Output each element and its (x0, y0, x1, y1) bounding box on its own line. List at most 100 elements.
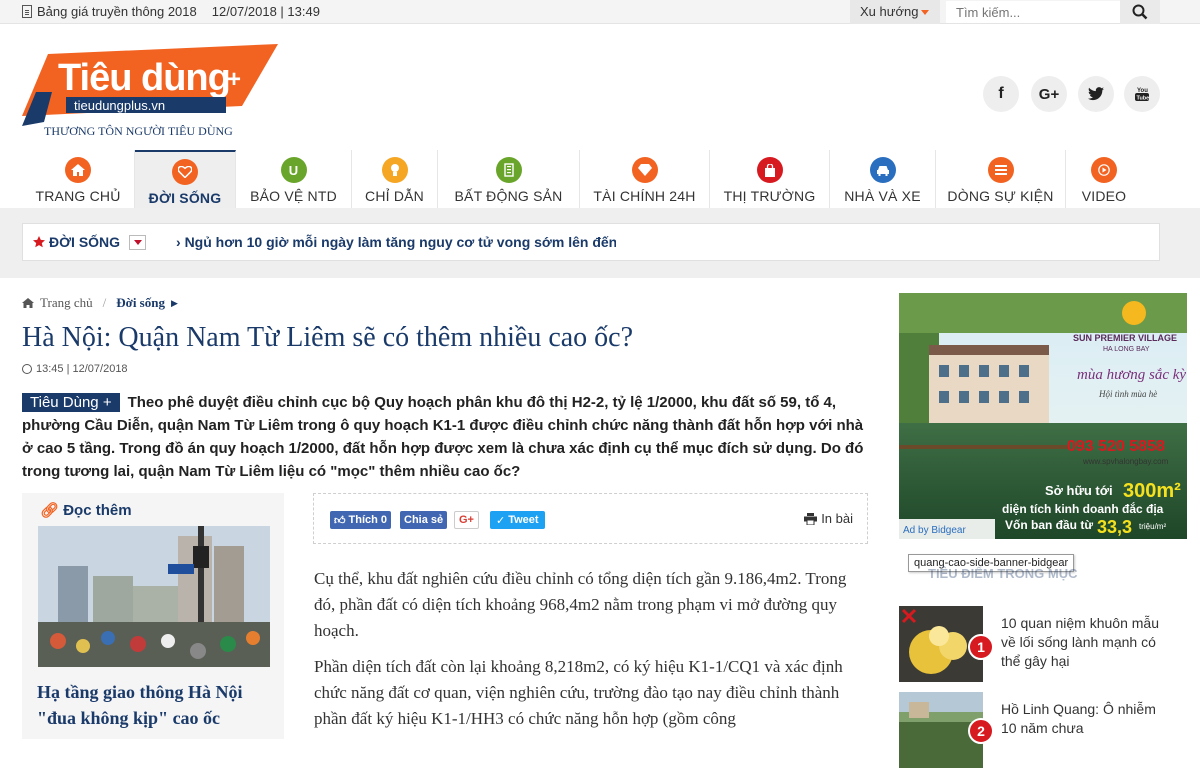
share-label: Chia sẻ (404, 514, 444, 526)
facebook-share-button[interactable]: Chia sẻ (400, 511, 448, 529)
rank-badge: 1 (968, 634, 994, 660)
youtube-icon: You Tube (1135, 88, 1149, 102)
nav-item-guide[interactable]: CHỈ DẪN (352, 150, 438, 208)
site-logo[interactable]: Tiêu dùng + tieudungplus.vn THƯƠNG TÔN N… (22, 42, 282, 140)
nav-item-finance[interactable]: TÀI CHÍNH 24H (580, 150, 710, 208)
side-ad-banner[interactable]: SUN PREMIER VILLAGE HA LONG BAY mùa hươn… (899, 293, 1200, 539)
read-more-thumbnail[interactable] (38, 526, 270, 667)
bulb-icon (381, 157, 408, 183)
read-more-heading-text: Đọc thêm (63, 502, 132, 519)
nav-item-video[interactable]: VIDEO (1066, 150, 1142, 208)
caret-down-icon (133, 240, 142, 245)
tweet-button[interactable]: ✓ Tweet (490, 511, 545, 529)
ad-price: 33,3 (1097, 517, 1132, 537)
twitter-bird-icon: ✓ (496, 514, 506, 527)
nav-item-home[interactable]: TRANG CHỦ (22, 150, 135, 208)
article-time-text: 13:45 | 12/07/2018 (36, 363, 128, 375)
logo-plus: + (227, 66, 241, 93)
like-label: Thích 0 (348, 514, 388, 526)
nav-item-event-stream[interactable]: DÒNG SỰ KIỆN (936, 150, 1066, 208)
ad-phone: 093 520 5858 (1067, 438, 1165, 455)
document-icon (22, 5, 32, 18)
nav-item-market[interactable]: THỊ TRƯỜNG (710, 150, 830, 208)
car-icon (869, 157, 896, 183)
nav-label: BẤT ĐỘNG SẢN (454, 188, 563, 204)
main-nav: TRANG CHỦ ĐỜI SỐNG U BẢO VỆ NTD CHỈ DẪN … (22, 150, 1142, 208)
print-button[interactable]: In bài (804, 511, 853, 526)
price-list-link[interactable]: Bảng giá truyền thông 2018 (37, 4, 197, 19)
nav-item-life[interactable]: ĐỜI SỐNG (135, 150, 236, 208)
link-icon: 🔗︎ (40, 502, 60, 519)
ad-tagline: mùa hương sắc kỳ quan (1077, 367, 1187, 383)
nav-label: VIDEO (1081, 188, 1127, 204)
chevron-right-icon: › (176, 234, 185, 250)
ad-web: www.spvhalongbay.com (1082, 457, 1169, 466)
side-item-title: 10 quan niệm khuôn mẫu về lối sống lành … (1001, 615, 1159, 669)
side-list-item[interactable]: 2 Hồ Linh Quang: Ô nhiễm 10 năm chưa (899, 692, 1160, 768)
search-icon (1132, 4, 1148, 20)
gplus-label: G+ (459, 514, 474, 526)
ad-line3: Vốn ban đầu từ (1005, 518, 1093, 532)
clock-icon (22, 364, 32, 374)
youtube-button[interactable]: You Tube (1124, 76, 1160, 112)
top-bar: Bảng giá truyền thông 2018 12/07/2018 | … (0, 0, 1200, 24)
print-label: In bài (821, 511, 853, 526)
article-paragraph: Cụ thể, khu đất nghiên cứu điều chỉnh có… (314, 569, 847, 640)
facebook-icon: f (998, 85, 1004, 102)
logo-url: tieudungplus.vn (74, 98, 165, 113)
breadcrumb-separator: / (102, 295, 107, 310)
google-plus-share-button[interactable]: G+ (454, 511, 479, 529)
list-icon (987, 157, 1014, 183)
logo-graphic: Tiêu dùng + tieudungplus.vn THƯƠNG TÔN N… (22, 44, 278, 138)
trend-dropdown[interactable]: Xu hướng (850, 0, 940, 24)
svg-text:You: You (1137, 88, 1148, 94)
nav-label: TRANG CHỦ (35, 188, 121, 204)
diamond-icon (631, 157, 658, 183)
print-icon (804, 512, 818, 525)
nav-item-consumer-protection[interactable]: U BẢO VỆ NTD (236, 150, 352, 208)
ticker-box: ĐỜI SỐNG › Ngủ hơn 10 giờ mỗi ngày làm t… (22, 223, 1160, 261)
nav-label: BẢO VỆ NTD (250, 188, 337, 204)
ticker-dropdown[interactable] (129, 235, 146, 250)
side-list-item[interactable]: 1 10 quan niệm khuôn mẫu về lối sống làn… (899, 606, 1160, 682)
nav-item-home-car[interactable]: NHÀ VÀ XE (830, 150, 936, 208)
read-more-box: 🔗︎ Đọc thêm Hạ tầng giao thông Hà Nội "đ… (22, 493, 284, 739)
facebook-button[interactable]: f (983, 76, 1019, 112)
nav-label: THỊ TRƯỜNG (723, 188, 816, 204)
building-icon (495, 157, 522, 183)
ticker-category-label: ĐỜI SỐNG (49, 234, 121, 250)
facebook-like-button[interactable]: 👍︎ Thích 0 (330, 511, 392, 529)
caret-down-icon (921, 10, 930, 16)
ticker-category[interactable]: ĐỜI SỐNG (33, 234, 120, 250)
nav-label: CHỈ DẪN (365, 188, 424, 204)
ad-line2: diện tích kinh doanh đắc địa (1002, 501, 1164, 516)
nav-item-real-estate[interactable]: BẤT ĐỘNG SẢN (438, 150, 580, 208)
breadcrumb-current[interactable]: Đời sống (116, 295, 165, 311)
trend-label: Xu hướng (860, 4, 919, 19)
nav-label: NHÀ VÀ XE (844, 188, 921, 204)
logo-text: Tiêu dùng (58, 57, 230, 99)
search-input[interactable] (946, 1, 1120, 23)
google-plus-button[interactable]: G+ (1031, 76, 1067, 112)
side-item-title: Hồ Linh Quang: Ô nhiễm 10 năm chưa (1001, 701, 1156, 736)
home-icon (22, 298, 34, 308)
ad-area: 300m² (1123, 480, 1181, 502)
twitter-button[interactable] (1078, 76, 1114, 112)
logo-slogan: THƯƠNG TÔN NGƯỜI TIÊU DÙNG (44, 124, 233, 138)
read-more-title[interactable]: Hạ tầng giao thông Hà Nội "đua không kịp… (37, 679, 275, 731)
search-button[interactable] (1120, 0, 1160, 24)
read-more-heading: 🔗︎ Đọc thêm (40, 501, 132, 519)
ad-own-pre: Sở hữu tới (1045, 483, 1113, 498)
article-time: 13:45 | 12/07/2018 (22, 363, 128, 375)
ad-graphic: SUN PREMIER VILLAGE HA LONG BAY mùa hươn… (899, 293, 1200, 539)
breadcrumb-home[interactable]: Trang chủ (40, 295, 93, 311)
nav-label: DÒNG SỰ KIỆN (947, 188, 1054, 204)
nav-label: ĐỜI SỐNG (148, 190, 222, 206)
nav-label: TÀI CHÍNH 24H (593, 188, 696, 204)
ticker-headline-text: Ngủ hơn 10 giờ mỗi ngày làm tăng nguy cơ… (184, 234, 616, 250)
home-icon (65, 157, 91, 183)
ad-by: Ad by Bidgear (903, 525, 966, 536)
side-heading: TIÊU ĐIỂM TRONG MỤC (928, 566, 1078, 581)
google-plus-icon: G+ (1038, 85, 1060, 103)
ticker-headline[interactable]: › Ngủ hơn 10 giờ mỗi ngày làm tăng nguy … (176, 234, 616, 250)
